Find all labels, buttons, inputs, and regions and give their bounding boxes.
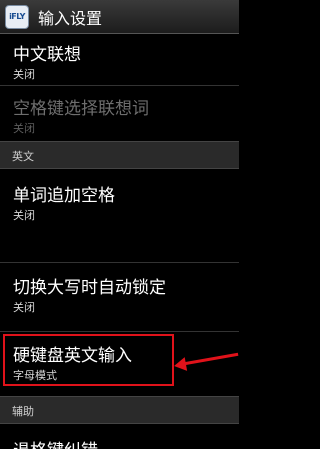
title-bar: iFLY 输入设置 xyxy=(0,0,239,34)
setting-label: 切换大写时自动锁定 xyxy=(13,278,166,298)
setting-label: 空格键选择联想词 xyxy=(13,99,149,119)
setting-backspace-correction[interactable]: 退格键纠错 xyxy=(0,425,239,449)
setting-label: 退格键纠错 xyxy=(13,436,98,449)
section-header-english: 英文 xyxy=(0,141,239,169)
section-title: 英文 xyxy=(12,150,34,163)
setting-hard-keyboard-english-input[interactable]: 硬键盘英文输入 字母模式 xyxy=(0,332,239,394)
section-header-assist: 辅助 xyxy=(0,396,239,424)
setting-label: 硬键盘英文输入 xyxy=(13,346,132,366)
setting-chinese-association[interactable]: 中文联想 关闭 xyxy=(0,35,239,85)
setting-value: 关闭 xyxy=(13,209,35,222)
page-title: 输入设置 xyxy=(38,8,103,28)
setting-value: 字母模式 xyxy=(13,369,57,382)
setting-label: 中文联想 xyxy=(13,45,81,65)
iflytek-logo-icon: iFLY xyxy=(5,4,29,29)
setting-word-append-space[interactable]: 单词追加空格 关闭 xyxy=(0,170,239,230)
setting-caps-auto-lock[interactable]: 切换大写时自动锁定 关闭 xyxy=(0,263,239,331)
section-title: 辅助 xyxy=(12,405,34,418)
setting-space-select-association: 空格键选择联想词 关闭 xyxy=(0,86,239,141)
setting-value: 关闭 xyxy=(13,68,35,81)
setting-value: 关闭 xyxy=(13,301,35,314)
setting-value: 关闭 xyxy=(13,122,35,135)
setting-label: 单词追加空格 xyxy=(13,186,115,206)
annotation-arrow-head-icon xyxy=(172,357,188,373)
